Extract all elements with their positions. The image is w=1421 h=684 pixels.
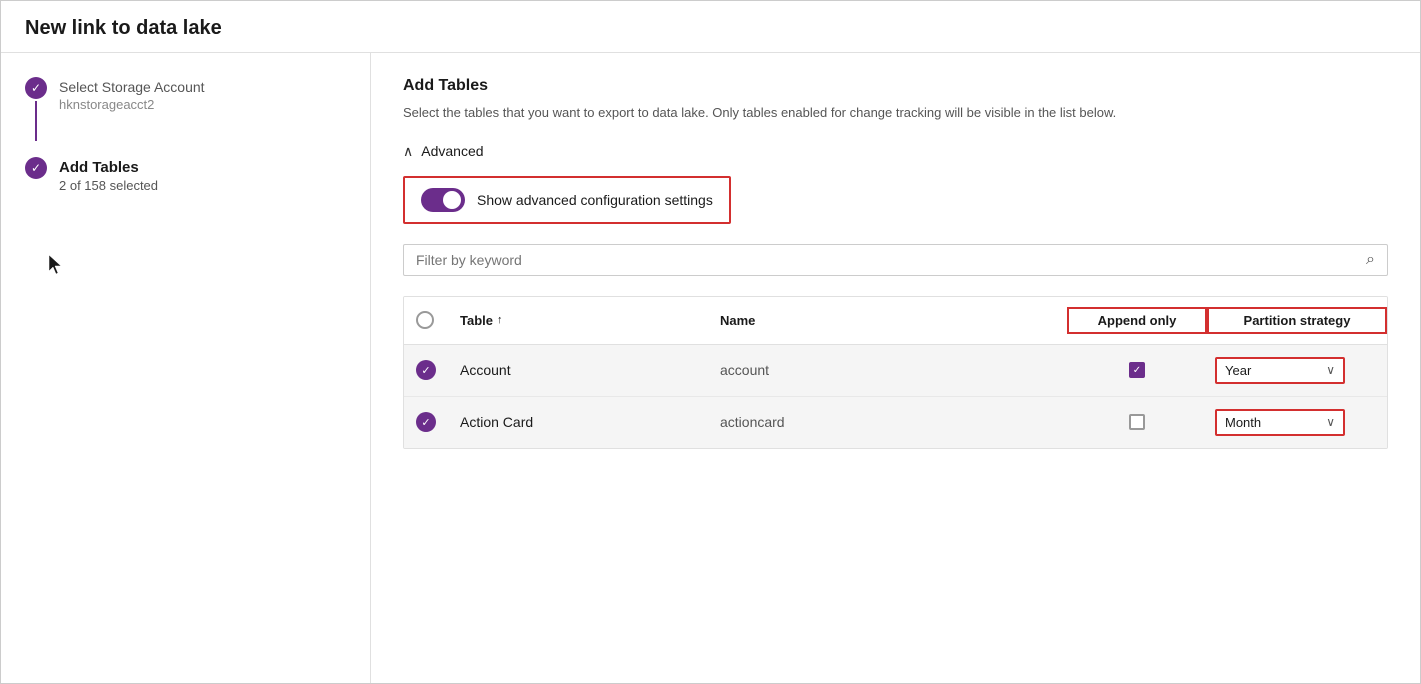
row1-check-icon: ✓ bbox=[421, 364, 430, 377]
row2-check-icon: ✓ bbox=[421, 416, 430, 429]
advanced-label: Advanced bbox=[421, 143, 483, 159]
row1-checkbox-cell: ✓ bbox=[404, 360, 448, 380]
row2-append bbox=[1067, 414, 1207, 430]
chevron-up-icon: ∧ bbox=[403, 143, 413, 160]
right-panel: Add Tables Select the tables that you wa… bbox=[371, 53, 1420, 683]
header-table-label: Table bbox=[460, 313, 493, 328]
sidebar: ✓ Select Storage Account hknstorageacct2… bbox=[1, 53, 371, 683]
step2-indicator-col: ✓ bbox=[25, 157, 47, 179]
step1-indicator-col: ✓ bbox=[25, 77, 47, 141]
row1-checked-circle[interactable]: ✓ bbox=[416, 360, 436, 380]
row2-checked-circle[interactable]: ✓ bbox=[416, 412, 436, 432]
row2-table-name: Action Card bbox=[448, 414, 708, 430]
add-tables-title: Add Tables bbox=[403, 77, 1388, 95]
filter-input[interactable] bbox=[416, 252, 1366, 268]
step1-info: Select Storage Account hknstorageacct2 bbox=[59, 77, 205, 112]
row1-name: account bbox=[708, 362, 1067, 378]
step2-subtitle: 2 of 158 selected bbox=[59, 178, 158, 193]
header-checkbox-cell bbox=[404, 311, 448, 329]
cursor-area bbox=[25, 253, 346, 280]
step2-info: Add Tables 2 of 158 selected bbox=[59, 157, 158, 193]
header-radio[interactable] bbox=[416, 311, 434, 329]
toggle-row: Show advanced configuration settings bbox=[403, 176, 731, 224]
add-tables-desc: Select the tables that you want to expor… bbox=[403, 103, 1388, 123]
advanced-settings-toggle[interactable] bbox=[421, 188, 465, 212]
step2-title: Add Tables bbox=[59, 159, 158, 176]
row1-append-check-icon: ✓ bbox=[1133, 365, 1141, 376]
row1-append: ✓ bbox=[1067, 362, 1207, 378]
step1-title: Select Storage Account bbox=[59, 79, 205, 95]
row1-partition-value: Year bbox=[1225, 363, 1251, 378]
header-append: Append only bbox=[1067, 307, 1207, 334]
advanced-header[interactable]: ∧ Advanced bbox=[403, 143, 1388, 160]
step2-checkmark: ✓ bbox=[31, 162, 41, 174]
header-table: Table ↑ bbox=[448, 313, 708, 328]
row2-partition-value: Month bbox=[1225, 415, 1261, 430]
table-header: Table ↑ Name Append only Partition strat… bbox=[404, 297, 1387, 345]
toggle-label: Show advanced configuration settings bbox=[477, 192, 713, 208]
sidebar-step-2: ✓ Add Tables 2 of 158 selected bbox=[25, 157, 346, 193]
header-name: Name bbox=[708, 313, 1067, 328]
header-partition: Partition strategy bbox=[1207, 307, 1387, 334]
row2-partition-dropdown[interactable]: Month ∨ bbox=[1215, 409, 1345, 436]
row1-partition: Year ∨ bbox=[1207, 357, 1387, 384]
sort-arrow-icon[interactable]: ↑ bbox=[497, 314, 503, 326]
step1-checkmark: ✓ bbox=[31, 82, 41, 94]
page-title: New link to data lake bbox=[1, 1, 1420, 53]
cursor-icon bbox=[45, 253, 69, 277]
row2-append-checkbox[interactable] bbox=[1129, 414, 1145, 430]
row2-dropdown-arrow-icon: ∨ bbox=[1326, 415, 1335, 429]
step1-circle: ✓ bbox=[25, 77, 47, 99]
step1-subtitle: hknstorageacct2 bbox=[59, 97, 205, 112]
row2-name: actioncard bbox=[708, 414, 1067, 430]
table-container: Table ↑ Name Append only Partition strat… bbox=[403, 296, 1388, 449]
main-content: ✓ Select Storage Account hknstorageacct2… bbox=[1, 53, 1420, 683]
sidebar-step-1: ✓ Select Storage Account hknstorageacct2 bbox=[25, 77, 346, 141]
page-wrapper: New link to data lake ✓ Select Storage A… bbox=[0, 0, 1421, 684]
row1-table-name: Account bbox=[448, 362, 708, 378]
step2-circle: ✓ bbox=[25, 157, 47, 179]
toggle-slider bbox=[421, 188, 465, 212]
row2-partition: Month ∨ bbox=[1207, 409, 1387, 436]
row1-append-checkbox[interactable]: ✓ bbox=[1129, 362, 1145, 378]
row1-dropdown-arrow-icon: ∨ bbox=[1326, 363, 1335, 377]
row2-checkbox-cell: ✓ bbox=[404, 412, 448, 432]
search-icon: ⌕ bbox=[1366, 251, 1375, 269]
step1-line bbox=[35, 101, 37, 141]
filter-row: ⌕ bbox=[403, 244, 1388, 276]
table-row: ✓ Action Card actioncard Month ∨ bbox=[404, 397, 1387, 448]
table-row: ✓ Account account ✓ Year ∨ bbox=[404, 345, 1387, 397]
row1-partition-dropdown[interactable]: Year ∨ bbox=[1215, 357, 1345, 384]
